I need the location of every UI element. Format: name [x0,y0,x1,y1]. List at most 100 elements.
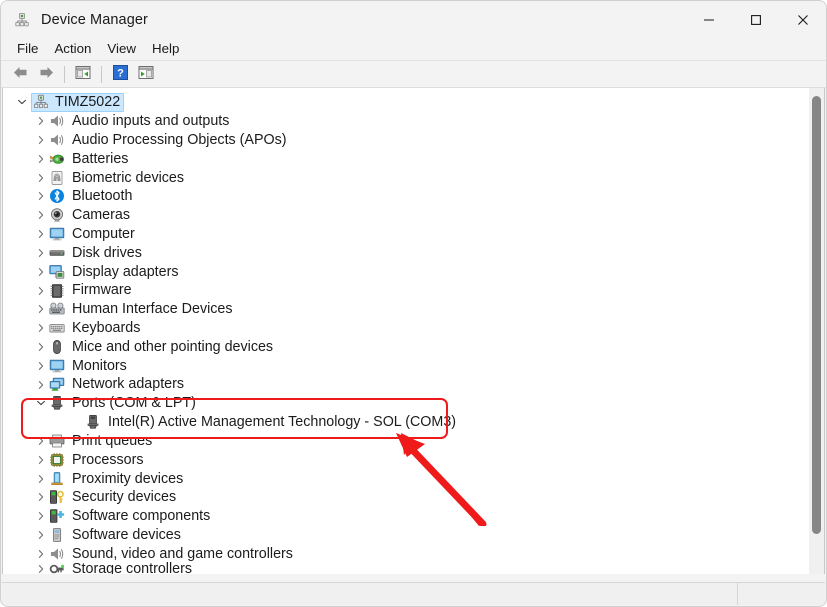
device-tree: TIMZ5022 Audio inputs and outputs Audio … [3,92,824,574]
chevron-right-icon[interactable] [33,301,49,317]
show-hide-action-pane-button[interactable] [133,63,159,86]
tree-category-node[interactable]: Batteries [3,149,824,168]
chevron-right-icon[interactable] [33,433,49,449]
speaker-icon [49,113,65,129]
tree-category-node[interactable]: Processors [3,450,824,469]
chevron-right-icon[interactable] [33,132,49,148]
tree-node-label: Security devices [72,489,177,506]
chevron-right-icon[interactable] [33,245,49,261]
tree-category-node[interactable]: Audio inputs and outputs [3,112,824,131]
tree-node-label: Bluetooth [72,188,133,205]
chevron-down-icon[interactable] [33,395,49,411]
minimize-button[interactable] [685,1,732,38]
vertical-scrollbar[interactable] [809,88,824,574]
chevron-right-icon[interactable] [33,377,49,393]
tree-category-node[interactable]: Mice and other pointing devices [3,338,824,357]
tree-node-label: Disk drives [72,244,142,261]
menu-action[interactable]: Action [46,40,99,57]
tree-category-node[interactable]: Keyboards [3,319,824,338]
tree-node-label: Intel(R) Active Management Technology - … [108,414,457,431]
chevron-right-icon[interactable] [33,561,49,574]
chevron-right-icon[interactable] [33,508,49,524]
menu-help[interactable]: Help [144,40,187,57]
tree-category-node[interactable]: Display adapters [3,262,824,281]
arrow-right-icon [38,65,55,83]
tree-category-node[interactable]: Biometric devices [3,168,824,187]
tree-category-node[interactable]: Software components [3,507,824,526]
close-button[interactable] [779,1,826,38]
tree-category-node[interactable]: Firmware [3,281,824,300]
action-pane-icon [138,65,154,83]
tree-category-node[interactable]: Network adapters [3,375,824,394]
chevron-right-icon[interactable] [33,283,49,299]
tree-category-node[interactable]: Computer [3,225,824,244]
window-title: Device Manager [41,11,148,28]
help-button[interactable]: ? [107,63,133,86]
chevron-right-icon[interactable] [33,170,49,186]
back-button[interactable] [7,63,33,86]
storage-controller-icon [49,561,65,574]
maximize-button[interactable] [732,1,779,38]
display-adapter-icon [49,264,65,280]
toolbar: ? [1,61,826,88]
toolbar-separator-2 [101,65,102,83]
tree-category-node[interactable]: Software devices [3,526,824,545]
menu-bar: File Action View Help [1,38,826,61]
tree-root-node[interactable]: TIMZ5022 [3,92,824,112]
tree-category-node[interactable]: Monitors [3,356,824,375]
menu-view[interactable]: View [99,40,144,57]
proximity-icon [49,471,65,487]
tree-category-node[interactable]: Disk drives [3,244,824,263]
status-bar [2,582,825,605]
status-pane-primary [2,583,738,605]
tree-category-node[interactable]: Ports (COM & LPT) [3,394,824,413]
chevron-right-icon[interactable] [33,527,49,543]
chevron-right-icon[interactable] [33,489,49,505]
software-device-icon [49,527,65,543]
tree-node-label: Monitors [72,357,127,374]
tree-node-label: Print queues [72,432,153,449]
tree-node-label: Mice and other pointing devices [72,338,274,355]
scrollbar-thumb[interactable] [812,96,821,534]
security-key-icon [49,489,65,505]
chevron-down-icon[interactable] [14,94,30,110]
question-mark-icon: ? [112,65,128,83]
tree-node-label: Computer [72,225,135,242]
chevron-right-icon[interactable] [33,207,49,223]
tree-device-node[interactable]: Intel(R) Active Management Technology - … [3,413,824,432]
printer-icon [49,433,65,449]
tree-category-node[interactable]: Storage controllers [3,561,824,574]
menu-file[interactable]: File [9,40,46,57]
title-bar: Device Manager [1,1,826,38]
tree-node-label: Biometric devices [72,169,185,186]
network-adapter-icon [49,377,65,393]
tree-root-label: TIMZ5022 [55,93,121,110]
chevron-right-icon[interactable] [33,188,49,204]
tree-category-node[interactable]: Security devices [3,488,824,507]
forward-button[interactable] [33,63,59,86]
tree-category-node[interactable]: Cameras [3,206,824,225]
chevron-right-icon[interactable] [33,471,49,487]
tree-category-node[interactable]: Bluetooth [3,187,824,206]
tree-node-label: Keyboards [72,320,141,336]
tree-category-node[interactable]: Print queues [3,432,824,451]
tree-category-node[interactable]: Audio Processing Objects (APOs) [3,131,824,150]
camera-icon [49,207,65,223]
speaker-icon [49,132,65,148]
bluetooth-icon [49,188,65,204]
chevron-right-icon[interactable] [33,358,49,374]
hid-icon [49,301,65,317]
computer-root-icon [33,94,49,110]
chevron-right-icon[interactable] [33,264,49,280]
chevron-right-icon[interactable] [33,151,49,167]
tree-category-node[interactable]: Proximity devices [3,469,824,488]
chevron-right-icon[interactable] [33,320,49,336]
chevron-right-icon[interactable] [33,226,49,242]
tree-category-node[interactable]: Human Interface Devices [3,300,824,319]
chevron-right-icon[interactable] [33,339,49,355]
chevron-right-icon[interactable] [33,546,49,562]
show-hide-console-tree-button[interactable] [70,63,96,86]
chevron-right-icon[interactable] [33,452,49,468]
device-manager-icon [14,12,30,28]
chevron-right-icon[interactable] [33,113,49,129]
